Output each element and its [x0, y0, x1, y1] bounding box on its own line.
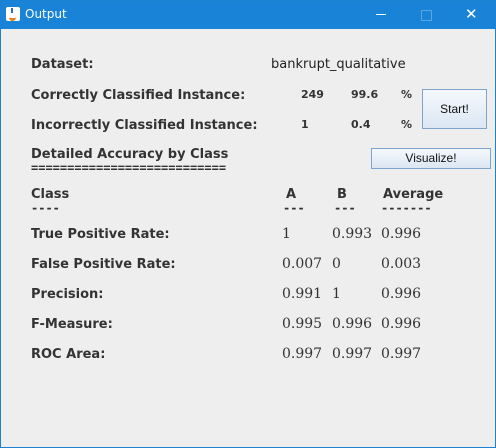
correct-unit: % [401, 88, 413, 101]
correct-count: 249 [301, 88, 324, 101]
row-value-a: 0.991 [282, 286, 323, 302]
start-button[interactable]: Start! [422, 89, 487, 129]
row-value-b: 0.996 [332, 316, 373, 332]
column-header-average: Average [383, 187, 444, 202]
row-value-a: 0.007 [282, 256, 323, 272]
java-app-icon [6, 7, 20, 21]
column-header-a: A [286, 187, 297, 202]
row-label-f-measure: F-Measure: [31, 317, 113, 332]
correct-percent: 99.6 [351, 88, 379, 101]
row-value-average: 0.996 [381, 286, 422, 302]
row-value-b: 0.993 [332, 226, 373, 242]
correct-label: Correctly Classified Instance: [31, 88, 246, 103]
incorrect-count: 1 [301, 118, 309, 131]
row-value-average: 0.997 [381, 346, 422, 362]
maximize-icon [421, 10, 432, 21]
close-icon: ✕ [465, 5, 478, 23]
maximize-button [403, 1, 449, 29]
section-title-underline: =========================== [31, 163, 227, 173]
row-value-a: 0.997 [282, 346, 323, 362]
row-label-true-positive-rate: True Positive Rate: [31, 227, 170, 242]
dataset-label: Dataset: [31, 57, 94, 72]
column-header-class-underline: ---- [31, 203, 60, 213]
minimize-button[interactable] [357, 1, 403, 29]
dataset-value: bankrupt_qualitative [271, 57, 406, 72]
section-title: Detailed Accuracy by Class [31, 147, 229, 162]
column-header-b-underline: --- [334, 203, 356, 213]
row-label-false-positive-rate: False Positive Rate: [31, 257, 176, 272]
row-value-b: 1 [332, 286, 341, 302]
row-value-average: 0.003 [381, 256, 422, 272]
visualize-button[interactable]: Visualize! [371, 148, 491, 169]
row-value-b: 0.997 [332, 346, 373, 362]
row-label-precision: Precision: [31, 287, 104, 302]
column-header-b: B [337, 187, 347, 202]
window-title: Output [25, 7, 67, 21]
column-header-a-underline: --- [283, 203, 305, 213]
output-window: Output ✕ Dataset: bankrupt_qualitative C… [0, 0, 496, 448]
incorrect-label: Incorrectly Classified Instance: [31, 118, 258, 133]
row-value-a: 0.995 [282, 316, 323, 332]
row-value-a: 1 [282, 226, 291, 242]
close-button[interactable]: ✕ [449, 1, 495, 29]
row-value-average: 0.996 [381, 316, 422, 332]
incorrect-unit: % [401, 118, 413, 131]
title-bar[interactable]: Output ✕ [1, 1, 495, 29]
row-label-roc-area: ROC Area: [31, 347, 106, 362]
column-header-class: Class [31, 187, 70, 202]
column-header-average-underline: ------- [381, 203, 432, 213]
incorrect-percent: 0.4 [351, 118, 371, 131]
minimize-icon [376, 14, 386, 15]
row-value-b: 0 [332, 256, 341, 272]
row-value-average: 0.996 [381, 226, 422, 242]
